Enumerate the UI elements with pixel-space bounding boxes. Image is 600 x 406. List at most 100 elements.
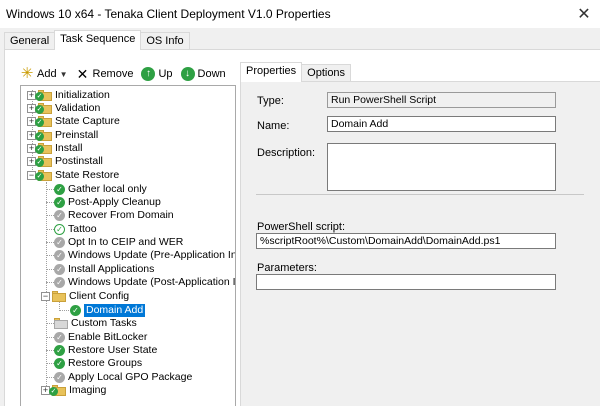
description-label: Description:	[257, 147, 316, 159]
tree-item-install-applications[interactable]: ✓ Install Applications	[54, 263, 154, 276]
add-star-icon: ✳	[20, 65, 34, 82]
tree-item-enable-bitlocker[interactable]: ✓ Enable BitLocker	[54, 331, 147, 344]
tree-item-initialization[interactable]: + ✓ Initialization	[27, 89, 110, 102]
tree-item-windows-update-pre[interactable]: ✓ Windows Update (Pre-Application Instal…	[54, 249, 236, 262]
tree-item-label: State Restore	[55, 169, 120, 181]
collapse-icon[interactable]: −	[41, 292, 50, 301]
tree-item-label: Postinstall	[55, 155, 103, 167]
tree-item-label: State Capture	[55, 115, 120, 127]
tree-item-label: Client Config	[69, 290, 130, 302]
tree-item-label: Install Applications	[68, 263, 155, 275]
tab-options[interactable]: Options	[301, 64, 352, 82]
arrow-up-icon: ↑	[141, 67, 156, 81]
folder-icon: ✓	[35, 130, 52, 141]
tree-item-postinstall[interactable]: + ✓ Postinstall	[27, 155, 103, 168]
tree-item-label: Restore User State	[68, 344, 158, 356]
tree-item-post-apply-cleanup[interactable]: ✓ Post-Apply Cleanup	[54, 196, 161, 209]
folder-icon: ✓	[35, 103, 52, 114]
pending-check-icon: ✓	[54, 264, 65, 275]
pending-check-icon: ✓	[54, 372, 65, 383]
folder-open-icon: ✓	[35, 170, 52, 181]
tree-item-recover-from-domain[interactable]: ✓ Recover From Domain	[54, 209, 174, 222]
tree-item-state-capture[interactable]: + ✓ State Capture	[27, 115, 120, 128]
description-textarea[interactable]	[327, 143, 556, 191]
tab-general[interactable]: General	[4, 32, 56, 50]
tree-item-client-config[interactable]: − Client Config	[41, 290, 129, 303]
chevron-down-icon: ▼	[59, 69, 68, 79]
tree-item-domain-add[interactable]: ✓ Domain Add	[70, 304, 146, 317]
pending-check-icon: ✓	[54, 237, 65, 248]
tree-item-install[interactable]: + ✓ Install	[27, 142, 82, 155]
tree-item-apply-local-gpo[interactable]: ✓ Apply Local GPO Package	[54, 371, 192, 384]
name-input[interactable]: Domain Add	[327, 116, 556, 132]
pending-check-icon: ✓	[54, 277, 65, 288]
pending-check-icon: ✓	[54, 210, 65, 221]
check-icon: ✓	[54, 345, 65, 356]
tree-item-restore-user-state[interactable]: ✓ Restore User State	[54, 344, 157, 357]
tab-task-sequence[interactable]: Task Sequence	[54, 30, 142, 50]
add-button-label: Add	[37, 68, 57, 80]
tab-properties[interactable]: Properties	[240, 62, 303, 82]
properties-tabs: General Task Sequence OS Info	[4, 30, 190, 50]
remove-x-icon: ✕	[76, 66, 89, 82]
tree-item-label: Initialization	[55, 89, 110, 101]
tree-item-label: Gather local only	[68, 183, 147, 195]
down-button[interactable]: ↓ Down	[180, 67, 226, 81]
tree-item-imaging[interactable]: + ✓ Imaging	[41, 384, 106, 397]
up-button[interactable]: ↑ Up	[141, 67, 173, 81]
check-icon: ✓	[54, 197, 65, 208]
powershell-script-label: PowerShell script:	[257, 221, 346, 233]
remove-button-label: Remove	[92, 68, 134, 80]
tree-item-label: Windows Update (Pre-Application Installa	[68, 249, 236, 261]
tree-item-label: Apply Local GPO Package	[68, 371, 193, 383]
tree-item-gather-local-only[interactable]: ✓ Gather local only	[54, 183, 147, 196]
close-icon[interactable]: ✕	[574, 4, 594, 24]
check-icon: ✓	[54, 358, 65, 369]
tree-item-state-restore[interactable]: − ✓ State Restore	[27, 169, 119, 182]
remove-button[interactable]: ✕ Remove	[76, 67, 134, 81]
tree-item-label: Preinstall	[55, 129, 99, 141]
tree-item-label: Recover From Domain	[68, 209, 174, 221]
type-label: Type:	[257, 95, 284, 107]
tree-item-restore-groups[interactable]: ✓ Restore Groups	[54, 357, 142, 370]
task-sequence-tree[interactable]: + ✓ Initialization + ✓ Validation + ✓ St…	[20, 85, 236, 406]
tree-item-label: Restore Groups	[68, 357, 143, 369]
tab-os-info[interactable]: OS Info	[140, 32, 190, 50]
folder-icon: ✓	[35, 143, 52, 154]
tree-item-windows-update-post[interactable]: ✓ Windows Update (Post-Application Insta…	[54, 276, 236, 289]
tree-item-label: Domain Add	[84, 304, 146, 317]
folder-icon: ✓	[49, 385, 66, 396]
type-field: Run PowerShell Script	[327, 92, 556, 108]
tree-item-tattoo[interactable]: ✓ Tattoo	[54, 223, 97, 236]
folder-icon: ✓	[35, 90, 52, 101]
folder-open-icon	[52, 291, 66, 302]
tree-item-label: Validation	[55, 102, 101, 114]
tree-item-label: Opt In to CEIP and WER	[68, 236, 184, 248]
up-button-label: Up	[158, 68, 173, 80]
check-outline-icon: ✓	[54, 224, 65, 235]
tree-item-label: Post-Apply Cleanup	[68, 196, 161, 208]
tree-item-label: Tattoo	[68, 223, 97, 235]
tree-item-opt-in-ceip-wer[interactable]: ✓ Opt In to CEIP and WER	[54, 236, 183, 249]
toolbar: ✳ Add ▼ ✕ Remove ↑ Up ↓ Down	[20, 64, 234, 84]
step-tabs: Properties Options	[240, 62, 352, 82]
check-icon: ✓	[54, 184, 65, 195]
tree-item-label: Enable BitLocker	[68, 331, 148, 343]
parameters-input[interactable]	[256, 274, 556, 290]
folder-icon: ✓	[35, 116, 52, 127]
tree-item-custom-tasks[interactable]: Custom Tasks	[54, 317, 137, 330]
tree-item-label: Windows Update (Post-Application Install	[68, 276, 236, 288]
folder-icon: ✓	[35, 156, 52, 167]
tree-item-label: Custom Tasks	[71, 317, 137, 329]
window-title: Windows 10 x64 - Tenaka Client Deploymen…	[6, 7, 331, 21]
down-button-label: Down	[197, 68, 226, 80]
parameters-label: Parameters:	[257, 262, 317, 274]
powershell-script-input[interactable]: %scriptRoot%\Custom\DomainAdd\DomainAdd.…	[256, 233, 556, 249]
name-label: Name:	[257, 120, 290, 132]
add-button[interactable]: ✳ Add ▼	[20, 65, 68, 82]
tree-item-preinstall[interactable]: + ✓ Preinstall	[27, 129, 98, 142]
tree-item-validation[interactable]: + ✓ Validation	[27, 102, 100, 115]
tree-item-label: Imaging	[69, 384, 107, 396]
section-divider	[256, 194, 584, 195]
tree-item-label: Install	[55, 142, 83, 154]
